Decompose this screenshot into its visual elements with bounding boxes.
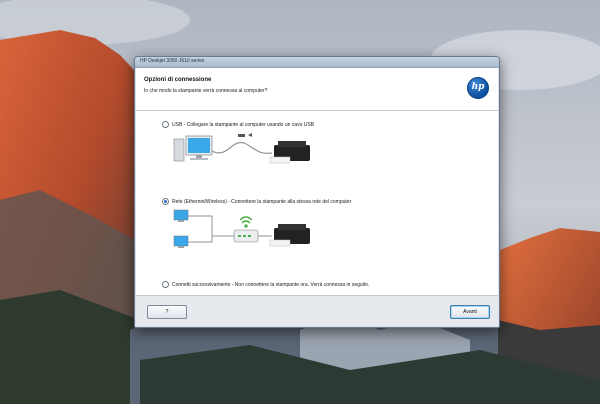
installer-dialog: HP Deskjet 3050 J610 series Opzioni di c… xyxy=(134,56,500,328)
usb-connection-illustration xyxy=(173,133,310,164)
option-later-label: Connetti successivamente - Non connetter… xyxy=(172,281,370,288)
title-bar[interactable]: HP Deskjet 3050 J610 series xyxy=(135,57,499,68)
hp-logo-icon: hp xyxy=(467,77,489,99)
dialog-footer: ? Avanti xyxy=(136,295,498,326)
network-connection-illustration xyxy=(173,209,310,248)
dialog-content: USB - Collegare la stampante al computer… xyxy=(136,111,498,295)
option-usb-label: USB - Collegare la stampante al computer… xyxy=(172,121,315,128)
next-button[interactable]: Avanti xyxy=(450,305,490,319)
wifi-icon xyxy=(239,216,253,228)
printer-icon xyxy=(269,141,310,164)
usb-radio[interactable] xyxy=(162,121,169,128)
option-network[interactable]: Rete (Ethernet/Wireless) - Connettere la… xyxy=(162,198,351,205)
option-network-label: Rete (Ethernet/Wireless) - Connettere la… xyxy=(172,198,352,205)
window-title: HP Deskjet 3050 J610 series xyxy=(140,58,205,64)
printer-icon xyxy=(269,224,310,247)
computer-icon xyxy=(173,209,189,248)
usb-cable-icon xyxy=(211,133,273,154)
option-usb[interactable]: USB - Collegare la stampante al computer… xyxy=(162,121,314,128)
router-icon xyxy=(233,229,259,243)
header-subtitle: In che modo la stampante verrà connessa … xyxy=(144,88,268,94)
hp-logo-text: hp xyxy=(471,82,485,92)
header-title: Opzioni di connessione xyxy=(144,77,212,83)
later-radio[interactable] xyxy=(162,281,169,288)
option-later[interactable]: Connetti successivamente - Non connetter… xyxy=(162,281,369,288)
dialog-header: Opzioni di connessione In che modo la st… xyxy=(136,68,498,111)
network-radio[interactable] xyxy=(162,198,169,205)
computer-icon xyxy=(173,135,213,162)
help-button[interactable]: ? xyxy=(147,305,187,319)
